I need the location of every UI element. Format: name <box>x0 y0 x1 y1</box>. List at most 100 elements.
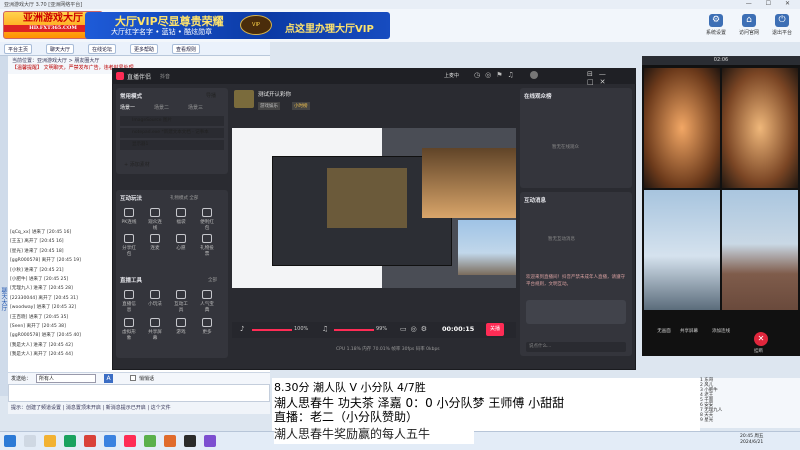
live-info-tool[interactable]: 直播信息 <box>120 290 138 313</box>
browser-icon[interactable] <box>64 435 76 447</box>
game-tool[interactable]: 游戏 <box>172 318 190 335</box>
game-icon <box>176 318 186 327</box>
hang-up-icon[interactable]: ✕ <box>754 332 768 346</box>
start-icon[interactable] <box>4 435 16 447</box>
more-tool[interactable]: 更多 <box>198 318 216 335</box>
popularity-tool[interactable]: 人气宝典 <box>198 290 216 313</box>
audience-empty: 暂无在线观众 <box>552 145 579 150</box>
source-item[interactable]: 显示器1 <box>120 140 224 150</box>
audience-link-tool[interactable]: 观众连线 <box>146 208 164 231</box>
list-item: [我是大人] 离开了 [20:45 44] <box>10 352 73 358</box>
pk-icon <box>124 208 134 217</box>
wish-tool[interactable]: 心愿 <box>172 234 190 251</box>
call-timer: 02:06 <box>642 56 800 65</box>
avatar-tool[interactable]: 虚拟形象 <box>120 318 138 341</box>
hang-up-label: 挂断 <box>754 349 763 354</box>
hourly-rank-badge[interactable]: 小时榜 <box>292 102 310 110</box>
messages-title: 互动消息 <box>524 198 547 204</box>
window-controls[interactable]: — ☐ ✕ <box>746 0 796 7</box>
info-icon <box>124 290 134 299</box>
ops-hint: 全部 <box>208 278 217 283</box>
wechat-icon[interactable] <box>144 435 156 447</box>
source-item[interactable]: notepad.exe *新建文本文档 - 记事本 <box>120 128 224 138</box>
tab-scene-2[interactable]: 场景二 <box>154 104 169 111</box>
stream-preview[interactable] <box>232 128 516 288</box>
app-logo-icon <box>116 72 124 80</box>
companion-window-controls[interactable]: ⊟—□✕ <box>587 70 636 86</box>
envelope-icon <box>202 208 212 217</box>
source-item[interactable]: ImageSource 图片 <box>120 116 224 126</box>
tiktok-icon[interactable] <box>124 435 136 447</box>
stream-cover[interactable] <box>234 90 254 108</box>
side-tab-chat-hall[interactable]: 聊天大厅 <box>0 56 8 396</box>
interact-title: 互动玩法 <box>120 196 143 202</box>
tab-scene-3[interactable]: 场景三 <box>188 104 203 111</box>
app-icon[interactable] <box>104 435 116 447</box>
pinned-message <box>526 300 626 324</box>
app-icon[interactable] <box>204 435 216 447</box>
interact-tool[interactable]: 互动工具 <box>172 290 190 313</box>
companion-toolbar-icons[interactable]: ◷◎⚑♫ <box>474 71 519 79</box>
exit-platform-button[interactable]: ⏻ 退出平台 <box>768 14 796 38</box>
message-input[interactable]: 说点什么... <box>526 342 626 352</box>
app-icon[interactable] <box>164 435 176 447</box>
chat-input[interactable] <box>8 384 270 402</box>
app-icon[interactable] <box>84 435 96 447</box>
vip-promo-banner[interactable]: 大厅VIP尽显尊贵荣耀 大厅红字名字 • 蓝钻 • 酷炫勋章 VIP 点这里办理… <box>85 12 390 39</box>
quiet-checkbox[interactable] <box>130 375 136 381</box>
share-screen-tool[interactable]: 共享屏幕 <box>146 318 164 341</box>
folder-icon[interactable] <box>44 435 56 447</box>
search-icon[interactable] <box>24 435 36 447</box>
tab-scene-1[interactable]: 场景一 <box>120 104 135 111</box>
ops-title: 直播工具 <box>120 278 143 284</box>
preview-camera <box>327 168 407 228</box>
pk-tool[interactable]: PK连线 <box>120 208 138 225</box>
chat-message-list[interactable]: [qCq_xx] 进来了 [20:45 16] [王五] 离开了 [20:45 … <box>10 228 84 360</box>
video-call-panel: 无画面 共享屏幕 添加连线 ✕ 挂断 <box>642 56 800 356</box>
record-controls[interactable]: ▭◎⚙ <box>400 325 431 333</box>
video-tile-tower <box>644 190 720 310</box>
list-item[interactable]: 9 星光 <box>700 418 800 423</box>
avatar-icon <box>124 318 134 327</box>
no-video-button[interactable]: 无画面 <box>654 328 674 334</box>
gift-vote-tool[interactable]: 礼物投票 <box>198 234 216 257</box>
system-settings-button[interactable]: ⚙ 系统设置 <box>702 14 730 38</box>
avatar[interactable] <box>530 71 538 79</box>
co-host-tool[interactable]: 连麦 <box>146 234 164 251</box>
toolbar-home[interactable]: 平台主页 <box>4 44 33 54</box>
end-live-button[interactable]: 关播 <box>486 323 505 336</box>
add-source-button[interactable]: + 添加素材 <box>124 161 150 168</box>
toolbar-chat-hall[interactable]: 聊天大厅 <box>46 44 75 54</box>
speaker-volume-slider[interactable] <box>252 329 292 331</box>
vip-cta[interactable]: 点这里办理大厅VIP <box>285 20 374 35</box>
list-item: [22330044] 离开了 [20:45 31] <box>10 295 78 301</box>
mic-status[interactable]: 上麦中 <box>444 72 459 79</box>
add-call-button[interactable]: 添加连线 <box>712 328 730 334</box>
toolbar-forum[interactable]: 在线论坛 <box>88 44 117 54</box>
home-icon: ⌂ <box>742 14 756 27</box>
stream-title[interactable]: 测试开认彩你 <box>258 90 291 98</box>
lucky-bag-tool[interactable]: 福袋 <box>172 208 190 225</box>
speaker-icon[interactable]: ♪ <box>240 325 244 333</box>
mini-game-tool[interactable]: 小玩法 <box>146 290 164 307</box>
red-packet-tool[interactable]: 便利红包 <box>198 208 216 231</box>
messages-empty: 暂无互动消息 <box>548 237 575 242</box>
system-notice: 欢迎来到直播间！抖音严禁未成年人直播，请遵守平台规则，文明互动。 <box>526 275 625 287</box>
online-user-list[interactable]: 1 东哥 2 风儿 3 小肥牛 4 老王 5 千面 6 安安 7 无理九人 8 … <box>700 378 800 428</box>
mic-icon[interactable]: ♫ <box>322 325 328 333</box>
visit-site-button[interactable]: ⌂ 访问官网 <box>735 14 763 38</box>
audience-title: 在线观众榜 <box>524 94 552 100</box>
mic-volume: 99% <box>376 326 388 332</box>
stream-category[interactable]: 游戏娱乐 <box>258 102 280 110</box>
vip-subtitle: 大厅红字名字 • 蓝钻 • 酷炫勋章 <box>111 28 213 36</box>
toolbar-rules[interactable]: 查看规则 <box>172 44 201 54</box>
app-icon[interactable] <box>184 435 196 447</box>
share-packet-tool[interactable]: 分享红包 <box>120 234 138 257</box>
toolbar-help[interactable]: 更多帮助 <box>130 44 159 54</box>
font-style-icon[interactable]: A <box>104 374 113 383</box>
send-target-select[interactable]: 所有人 <box>36 374 96 383</box>
director-button[interactable]: 导播 <box>206 92 216 99</box>
mic-volume-slider[interactable] <box>334 329 374 331</box>
clock[interactable]: 20:45 周五 2024/6/21 <box>740 434 763 446</box>
share-screen-button[interactable]: 共享屏幕 <box>680 328 698 334</box>
